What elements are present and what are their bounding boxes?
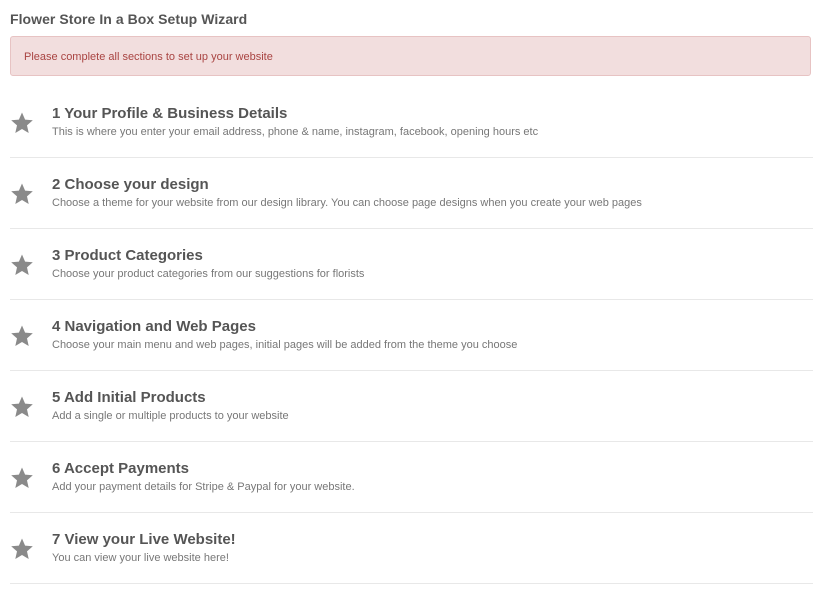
step-view-website[interactable]: 7 View your Live Website! You can view y… (10, 513, 813, 584)
step-title: 4 Navigation and Web Pages (52, 318, 256, 335)
star-icon (10, 253, 34, 277)
alert-banner: Please complete all sections to set up y… (10, 36, 811, 76)
step-description: Choose your product categories from our … (52, 268, 365, 280)
step-navigation-pages[interactable]: 4 Navigation and Web Pages Choose your m… (10, 300, 813, 371)
step-title: 3 Product Categories (52, 247, 203, 264)
star-icon (10, 324, 34, 348)
star-icon (10, 111, 34, 135)
step-title: 1 Your Profile & Business Details (52, 105, 288, 122)
step-description: Choose a theme for your website from our… (52, 197, 642, 209)
star-icon (10, 182, 34, 206)
step-title: 7 View your Live Website! (52, 531, 236, 548)
step-title: 2 Choose your design (52, 176, 209, 193)
step-description: Add your payment details for Stripe & Pa… (52, 481, 355, 493)
step-title: 6 Accept Payments (52, 460, 190, 477)
star-icon (10, 395, 34, 419)
step-product-categories[interactable]: 3 Product Categories Choose your product… (10, 229, 813, 300)
star-icon (10, 466, 34, 490)
setup-steps-list: 1 Your Profile & Business Details This i… (10, 87, 813, 584)
star-icon (10, 537, 34, 561)
step-accept-payments[interactable]: 6 Accept Payments Add your payment detai… (10, 442, 813, 513)
step-description: This is where you enter your email addre… (52, 126, 539, 138)
step-add-products[interactable]: 5 Add Initial Products Add a single or m… (10, 371, 813, 442)
step-description: Add a single or multiple products to you… (52, 410, 289, 422)
step-choose-design[interactable]: 2 Choose your design Choose a theme for … (10, 158, 813, 229)
page-title: Flower Store In a Box Setup Wizard (10, 11, 248, 27)
step-profile-business[interactable]: 1 Your Profile & Business Details This i… (10, 87, 813, 158)
step-title: 5 Add Initial Products (52, 389, 206, 406)
step-description: You can view your live website here! (52, 552, 229, 564)
alert-message: Please complete all sections to set up y… (24, 51, 273, 63)
step-description: Choose your main menu and web pages, ini… (52, 339, 518, 351)
